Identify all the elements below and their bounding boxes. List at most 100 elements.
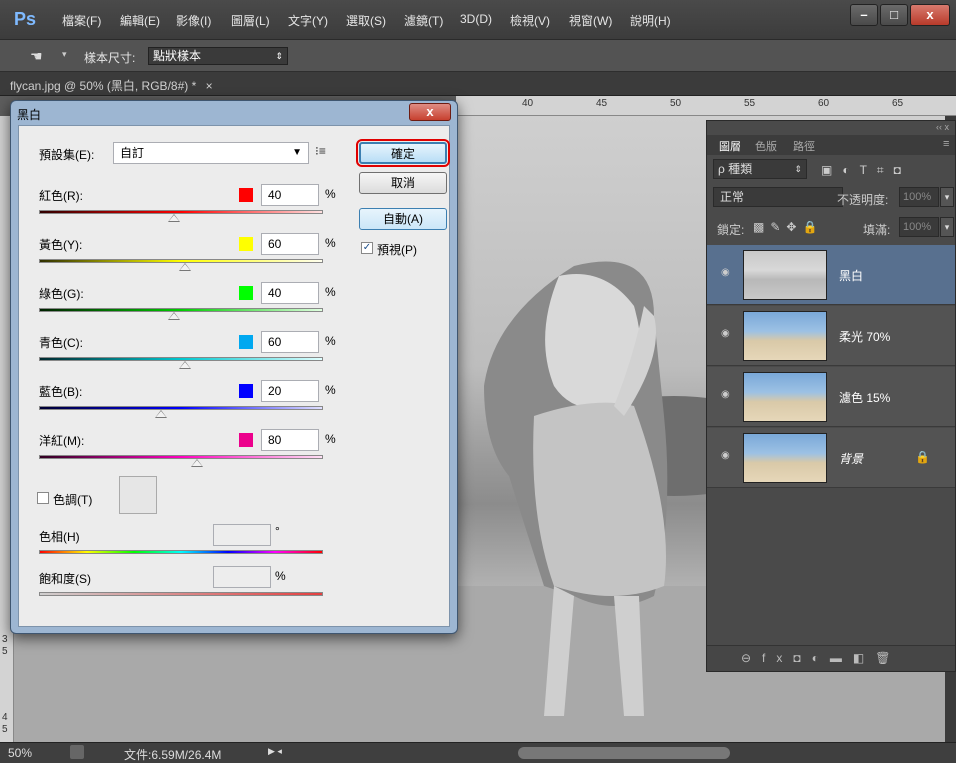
green-slider-track[interactable]	[39, 308, 323, 312]
maximize-button[interactable]: □	[880, 4, 908, 26]
lock-icons[interactable]: ▩✎✥🔒	[753, 220, 823, 234]
layers-tab-bar: 圖層 色版 路徑 ≡	[707, 135, 955, 155]
saturation-label: 飽和度(S)	[39, 572, 91, 586]
eyedropper-hand-icon[interactable]: ☚	[30, 48, 43, 65]
layers-bottom-toolbar[interactable]: ⊖fx◘◐▬◧🗑	[707, 645, 955, 671]
blue-slider-track[interactable]	[39, 406, 323, 410]
green-slider-thumb[interactable]	[168, 312, 180, 320]
fill-chevron-icon[interactable]: ▾	[940, 217, 954, 237]
tint-checkbox[interactable]	[37, 492, 49, 504]
magenta-swatch	[239, 433, 253, 447]
yellow-slider-thumb[interactable]	[179, 263, 191, 271]
yellow-value-field[interactable]: 60	[261, 233, 319, 255]
layer-thumbnail	[743, 311, 827, 361]
dialog-titlebar[interactable]: 黑白 x	[11, 101, 457, 125]
opacity-label: 不透明度:	[837, 193, 889, 207]
saturation-field[interactable]	[213, 566, 271, 588]
hue-field[interactable]	[213, 524, 271, 546]
hue-label: 色相(H)	[39, 530, 80, 544]
layer-row[interactable]: ◉ 黑白	[707, 245, 955, 305]
layer-name: 濾色 15%	[839, 391, 891, 405]
horizontal-scroll-thumb[interactable]	[518, 747, 730, 759]
visibility-eye-icon[interactable]: ◉	[721, 268, 733, 278]
red-slider-track[interactable]	[39, 210, 323, 214]
tint-color-swatch[interactable]	[119, 476, 157, 514]
tab-channels[interactable]: 色版	[755, 138, 777, 154]
dialog-close-button[interactable]: x	[409, 103, 451, 121]
close-window-button[interactable]: x	[910, 4, 950, 26]
lock-icon: 🔒	[915, 450, 930, 464]
layer-row[interactable]: ◉ 背景 🔒	[707, 428, 955, 488]
document-tab-label: flycan.jpg @ 50% (黑白, RGB/8#) *	[10, 79, 197, 93]
sample-size-label: 樣本尺寸:	[84, 51, 136, 65]
photoshop-logo: Ps	[14, 9, 37, 29]
layer-thumbnail	[743, 372, 827, 422]
menu-3d[interactable]: 3D(D)	[460, 12, 492, 26]
yellow-label: 黃色(Y):	[39, 238, 83, 252]
sample-size-select[interactable]: 點狀樣本 ⇕	[148, 47, 288, 65]
document-tab-close-icon[interactable]: ×	[206, 79, 213, 93]
magenta-percent: %	[325, 432, 336, 446]
status-info-icon[interactable]	[70, 745, 84, 759]
magenta-slider-track[interactable]	[39, 455, 323, 459]
preset-select[interactable]: 自訂 ▼	[113, 142, 309, 164]
menu-select[interactable]: 選取(S)	[346, 12, 386, 29]
layer-row[interactable]: ◉ 濾色 15%	[707, 367, 955, 427]
preview-checkbox[interactable]: ✓	[361, 242, 373, 254]
chevron-down-icon: ▼	[292, 147, 302, 158]
hue-slider-track[interactable]	[39, 550, 323, 554]
cyan-slider-thumb[interactable]	[179, 361, 191, 369]
zoom-level[interactable]: 50%	[8, 746, 32, 760]
red-slider-thumb[interactable]	[168, 214, 180, 222]
blend-mode-select[interactable]: 正常	[713, 187, 843, 207]
menu-file[interactable]: 檔案(F)	[62, 12, 101, 29]
menu-view[interactable]: 檢視(V)	[510, 12, 550, 29]
menu-filter[interactable]: 濾鏡(T)	[404, 12, 443, 29]
menu-edit[interactable]: 編輯(E)	[120, 12, 160, 29]
cyan-value-field[interactable]: 60	[261, 331, 319, 353]
red-label: 紅色(R):	[39, 189, 83, 203]
ruler-number: 65	[892, 98, 904, 109]
ruler-number: 4	[2, 712, 8, 723]
menu-window[interactable]: 視窗(W)	[569, 12, 612, 29]
saturation-slider-track[interactable]	[39, 592, 323, 596]
green-swatch	[239, 286, 253, 300]
filter-kind-select[interactable]: ρ 種類 ⇕	[713, 159, 807, 179]
layer-name: 黑白	[839, 269, 864, 283]
preview-label: 預視(P)	[377, 243, 417, 257]
panel-menu-icon[interactable]: ≡	[943, 138, 949, 150]
opacity-field[interactable]: 100%	[899, 187, 939, 207]
status-arrow-icon[interactable]: ▶ ◂	[268, 746, 282, 757]
auto-button[interactable]: 自動(A)	[359, 208, 447, 230]
minimize-button[interactable]: –	[850, 4, 878, 26]
magenta-slider-thumb[interactable]	[191, 459, 203, 467]
tab-paths[interactable]: 路徑	[793, 138, 815, 154]
menu-image[interactable]: 影像(I)	[176, 12, 211, 29]
visibility-eye-icon[interactable]: ◉	[721, 451, 733, 461]
magenta-value-field[interactable]: 80	[261, 429, 319, 451]
visibility-eye-icon[interactable]: ◉	[721, 329, 733, 339]
fill-field[interactable]: 100%	[899, 217, 939, 237]
panel-collapse-icon[interactable]: ‹‹ x	[936, 122, 949, 132]
blue-value-field[interactable]: 20	[261, 380, 319, 402]
layer-row[interactable]: ◉ 柔光 70%	[707, 306, 955, 366]
opacity-chevron-icon[interactable]: ▾	[940, 187, 954, 207]
menu-help[interactable]: 說明(H)	[630, 12, 671, 29]
ok-button[interactable]: 確定	[356, 139, 450, 167]
menu-layer[interactable]: 圖層(L)	[231, 12, 270, 29]
preset-options-icon[interactable]: ⁝≡	[315, 144, 326, 158]
red-value-field[interactable]: 40	[261, 184, 319, 206]
cyan-label: 青色(C):	[39, 336, 83, 350]
document-tab[interactable]: flycan.jpg @ 50% (黑白, RGB/8#) * ×	[10, 77, 213, 94]
cancel-button[interactable]: 取消	[359, 172, 447, 194]
menu-type[interactable]: 文字(Y)	[288, 12, 328, 29]
green-label: 綠色(G):	[39, 287, 84, 301]
tab-layers[interactable]: 圖層	[719, 138, 741, 154]
filter-icons[interactable]: ▣◐T⌗◘	[821, 163, 911, 178]
blue-slider-thumb[interactable]	[155, 410, 167, 418]
visibility-eye-icon[interactable]: ◉	[721, 390, 733, 400]
ruler-number: 60	[818, 98, 830, 109]
dialog-body: 預設集(E): 自訂 ▼ ⁝≡ 確定 取消 自動(A) ✓ 預視(P) 紅色(R…	[18, 125, 450, 627]
tool-preset-chevron-icon[interactable]: ▾	[62, 49, 67, 60]
green-value-field[interactable]: 40	[261, 282, 319, 304]
